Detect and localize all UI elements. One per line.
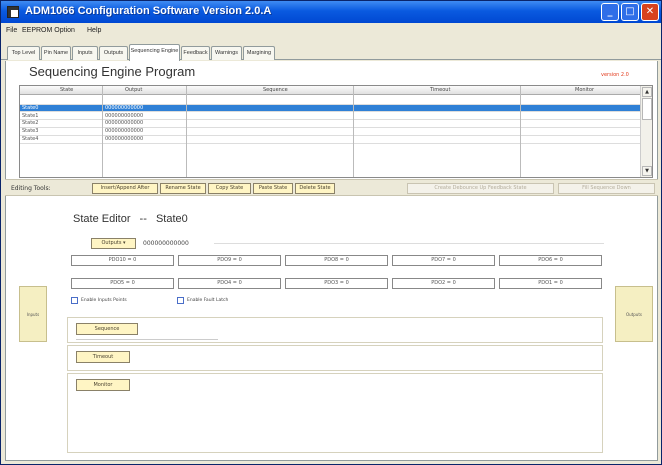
- tab-outputs[interactable]: Outputs: [99, 46, 128, 60]
- pdo-field[interactable]: PDO1 = 0: [499, 278, 602, 289]
- checkbox-box[interactable]: [177, 297, 184, 304]
- column-header-state[interactable]: State: [60, 87, 73, 93]
- minimize-button[interactable]: _: [601, 3, 619, 21]
- tab-feedback[interactable]: Feedback: [181, 46, 210, 60]
- row-output-cell: 000000000000: [105, 120, 144, 127]
- title-bar[interactable]: ADM1066 Configuration Software Version 2…: [1, 1, 661, 23]
- column-divider: [520, 86, 521, 177]
- row-state-cell: State2: [22, 120, 39, 127]
- tab-warnings[interactable]: Warnings: [211, 46, 242, 60]
- tab-top-level[interactable]: Top Level: [7, 46, 40, 60]
- table-row[interactable]: State1 000000000000: [20, 113, 640, 121]
- pdo-field[interactable]: PDO10 = 0: [71, 255, 174, 266]
- enable-fault-latch-label: Enable Fault Latch: [187, 298, 229, 303]
- outputs-dropdown-button[interactable]: Outputs ▾: [91, 238, 136, 249]
- app-icon: [7, 6, 19, 18]
- table-header: State Output Sequence Timeout Monitor: [20, 86, 640, 95]
- outputs-side-panel[interactable]: Outputs: [615, 286, 653, 342]
- pdo-field[interactable]: PDO9 = 0: [178, 255, 281, 266]
- monitor-section: Monitor: [67, 373, 603, 453]
- column-header-timeout[interactable]: Timeout: [430, 87, 450, 93]
- checkbox-box[interactable]: [71, 297, 78, 304]
- fill-sequence-down-button[interactable]: Fill Sequence Down: [558, 183, 655, 194]
- state-editor-label: State Editor: [73, 213, 131, 225]
- row-output-cell: 000000000000: [105, 128, 144, 135]
- scroll-thumb[interactable]: [642, 98, 652, 120]
- pdo-field[interactable]: PDO5 = 0: [71, 278, 174, 289]
- row-state-cell: State3: [22, 128, 39, 135]
- menu-bar: File EEPROM Option Help: [1, 23, 661, 40]
- scroll-up-arrow-icon[interactable]: ▲: [642, 87, 652, 97]
- menu-file[interactable]: File: [6, 27, 17, 34]
- insert-append-after-button[interactable]: Insert/Append After: [92, 183, 158, 194]
- pdo-field[interactable]: PDO3 = 0: [285, 278, 388, 289]
- enable-inputs-label: Enable Inputs Points: [81, 298, 127, 303]
- column-header-monitor[interactable]: Monitor: [575, 87, 594, 93]
- scroll-down-arrow-icon[interactable]: ▼: [642, 166, 652, 176]
- page-title: Sequencing Engine Program: [29, 64, 196, 79]
- state-editor-title: State Editor -- State0: [73, 213, 188, 225]
- editing-tools-bar: Editing Tools: Insert/Append After Renam…: [5, 179, 658, 196]
- pdo-field[interactable]: PDO7 = 0: [392, 255, 495, 266]
- editor-divider: [214, 243, 604, 244]
- row-output-cell: 000000000000: [105, 104, 144, 111]
- state-table[interactable]: State Output Sequence Timeout Monitor St…: [19, 85, 653, 178]
- column-divider: [102, 86, 103, 177]
- table-scrollbar[interactable]: ▲ ▼: [640, 86, 652, 177]
- table-row[interactable]: State4 000000000000: [20, 136, 640, 144]
- inputs-side-panel[interactable]: Inputs: [19, 286, 47, 342]
- close-button[interactable]: ✕: [641, 3, 659, 21]
- paste-state-button[interactable]: Paste State: [253, 183, 293, 194]
- tab-pin-name[interactable]: Pin Name: [41, 46, 71, 60]
- column-divider: [353, 86, 354, 177]
- tab-bar: Top Level Pin Name Inputs Outputs Sequen…: [1, 40, 661, 61]
- section-divider: [76, 339, 218, 340]
- tab-margining[interactable]: Margining: [243, 46, 275, 60]
- tab-sequencing-engine[interactable]: Sequencing Engine: [129, 44, 180, 61]
- column-divider: [186, 86, 187, 177]
- title-separator: --: [139, 213, 147, 225]
- editing-tools-label: Editing Tools:: [11, 185, 51, 192]
- app-window: ADM1066 Configuration Software Version 2…: [0, 0, 662, 465]
- copy-state-button[interactable]: Copy State: [208, 183, 251, 194]
- version-label: version 2.0: [601, 72, 629, 78]
- sequence-section: Sequence: [67, 317, 603, 343]
- sequence-button[interactable]: Sequence: [76, 323, 138, 335]
- create-debounce-feedback-button[interactable]: Create Debounce Up Feedback State: [407, 183, 554, 194]
- delete-state-button[interactable]: Delete State: [295, 183, 335, 194]
- row-state-cell: State0: [22, 104, 39, 111]
- row-output-cell: 000000000000: [105, 136, 144, 142]
- current-state-name: State0: [155, 213, 188, 225]
- menu-help[interactable]: Help: [87, 27, 101, 34]
- column-header-sequence[interactable]: Sequence: [263, 87, 288, 93]
- timeout-section: Timeout: [67, 345, 603, 371]
- table-row[interactable]: [20, 97, 640, 105]
- pdo-field[interactable]: PDO2 = 0: [392, 278, 495, 289]
- table-row[interactable]: State3 000000000000: [20, 128, 640, 136]
- table-row[interactable]: State2 000000000000: [20, 120, 640, 128]
- timeout-button[interactable]: Timeout: [76, 351, 130, 363]
- rename-state-button[interactable]: Rename State: [160, 183, 206, 194]
- row-output-cell: 000000000000: [105, 112, 144, 119]
- table-row[interactable]: State0 000000000000: [20, 104, 640, 113]
- window-title: ADM1066 Configuration Software Version 2…: [25, 5, 272, 17]
- pdo-field[interactable]: PDO8 = 0: [285, 255, 388, 266]
- outputs-value: 000000000000: [143, 240, 189, 247]
- row-state-cell: State4: [22, 136, 39, 142]
- monitor-button[interactable]: Monitor: [76, 379, 130, 391]
- tab-inputs[interactable]: Inputs: [72, 46, 98, 60]
- pdo-field[interactable]: PDO4 = 0: [178, 278, 281, 289]
- pdo-field[interactable]: PDO6 = 0: [499, 255, 602, 266]
- outputs-button-label: Outputs: [101, 240, 122, 246]
- dropdown-arrow-icon: ▾: [123, 240, 126, 246]
- column-header-output[interactable]: Output: [125, 87, 142, 93]
- row-state-cell: State1: [22, 112, 39, 119]
- maximize-button[interactable]: □: [621, 3, 639, 21]
- menu-eeprom-option[interactable]: EEPROM Option: [22, 27, 75, 34]
